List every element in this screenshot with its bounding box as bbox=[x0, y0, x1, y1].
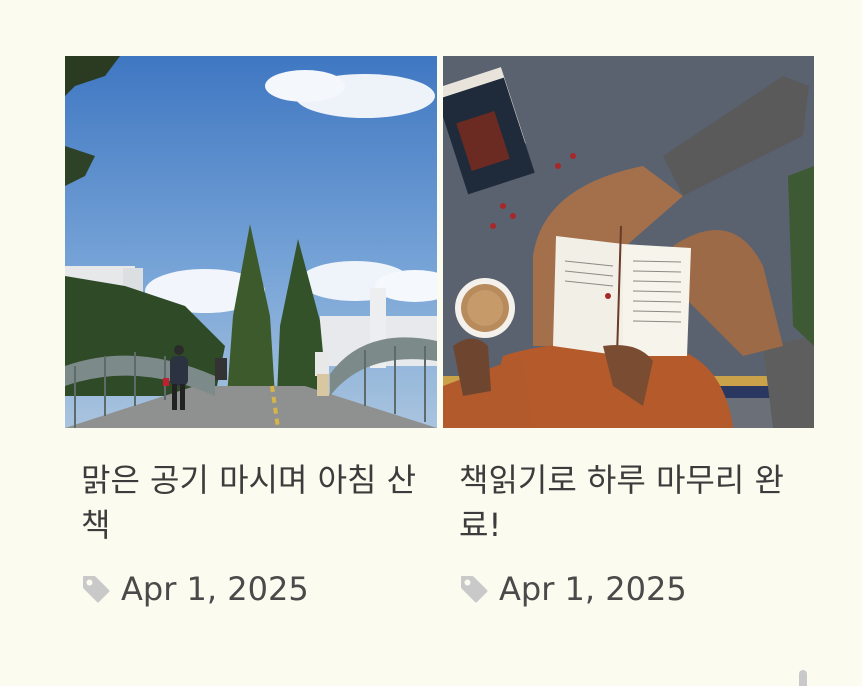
post-date: Apr 1, 2025 bbox=[121, 570, 309, 608]
post-date: Apr 1, 2025 bbox=[499, 570, 687, 608]
post-card: 책읽기로 하루 마무리 완료! Apr 1, 2025 bbox=[443, 56, 814, 608]
post-thumbnail-morning-walk[interactable] bbox=[65, 56, 437, 428]
tag-icon bbox=[81, 574, 111, 604]
tag-icon bbox=[459, 574, 489, 604]
post-thumbnail-reading[interactable] bbox=[443, 56, 814, 428]
reading-book-photo bbox=[443, 56, 814, 428]
post-card: 맑은 공기 마시며 아침 산책 Apr 1, 2025 bbox=[65, 56, 437, 608]
post-meta: Apr 1, 2025 bbox=[459, 570, 814, 608]
scrollbar-thumb[interactable] bbox=[799, 670, 807, 686]
post-title[interactable]: 맑은 공기 마시며 아침 산책 bbox=[81, 458, 437, 548]
post-meta: Apr 1, 2025 bbox=[81, 570, 437, 608]
walk-bridge-photo bbox=[65, 56, 437, 428]
post-title[interactable]: 책읽기로 하루 마무리 완료! bbox=[459, 458, 814, 548]
